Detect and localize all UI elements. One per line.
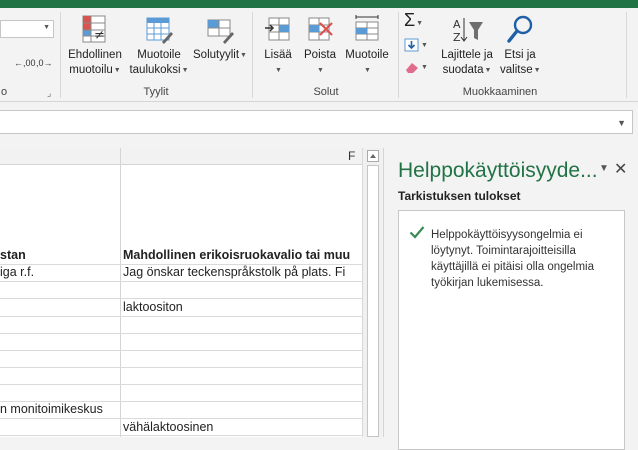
title-bar: [0, 0, 638, 8]
increase-decimal-label: ,00: [23, 58, 36, 68]
chevron-down-icon: ▼: [364, 67, 371, 74]
chevron-down-icon: ▼: [181, 67, 189, 74]
formula-bar[interactable]: ▼: [0, 110, 633, 134]
column-header-row: F: [0, 148, 362, 165]
results-box: Helppokäyttöisyysongelmia ei löytynyt. T…: [398, 210, 625, 450]
sigma-icon: Σ: [404, 10, 416, 30]
group-separator: [60, 12, 61, 98]
clear-button[interactable]: ▼: [404, 60, 428, 75]
group-separator: [252, 12, 253, 98]
format-cells-button[interactable]: Muotoile ▼: [341, 14, 393, 78]
svg-text:≠: ≠: [94, 28, 105, 43]
group-label-cells: Solut: [313, 86, 339, 98]
format-cells-icon: [355, 15, 379, 41]
chevron-down-icon: ▼: [317, 67, 324, 74]
decrease-decimal-icon: →: [43, 58, 53, 68]
group-separator: [626, 12, 627, 98]
conditional-formatting-label-2: muotoilu: [69, 64, 113, 76]
insert-label: Lisää: [264, 49, 292, 61]
group-label-number: o: [0, 86, 8, 98]
eraser-icon: [406, 63, 418, 73]
chevron-down-icon: ▼: [533, 67, 541, 74]
svg-text:A: A: [453, 18, 461, 31]
vertical-scrollbar[interactable]: [362, 148, 382, 437]
format-as-table-button[interactable]: Muotoile taulukoksi▼: [129, 14, 189, 78]
number-format-dropdown[interactable]: ▼: [0, 20, 54, 38]
cell-styles-icon: [207, 19, 234, 44]
chevron-down-icon: ▼: [416, 20, 424, 27]
cell[interactable]: n monitoimikeskus: [0, 401, 160, 418]
cell[interactable]: Mahdollinen erikoisruokavalio tai muu: [123, 247, 362, 264]
conditional-formatting-button[interactable]: ≠ Ehdollinen muotoilu▼: [64, 14, 126, 78]
dialog-launcher-icon[interactable]: ⌟: [47, 88, 51, 99]
cell[interactable]: vähälaktoosinen: [123, 419, 362, 436]
search-icon: [507, 15, 533, 43]
checkmark-icon: [409, 226, 425, 239]
autosum-button[interactable]: Σ▼: [404, 10, 424, 31]
sort-filter-label-2: suodata: [442, 64, 484, 76]
cell[interactable]: iga r.f.: [0, 264, 120, 281]
format-label: Muotoile: [345, 49, 389, 61]
accessibility-pane: Helppokäyttöisyyde... ▼ ✕ Tarkistuksen t…: [383, 148, 638, 450]
cell[interactable]: Jag önskar teckenspråkstolk på plats. Fi: [123, 264, 362, 281]
scroll-thumb[interactable]: [367, 165, 379, 437]
chevron-down-icon: ▼: [275, 67, 282, 74]
chevron-down-icon: ▼: [421, 64, 428, 72]
result-message: Helppokäyttöisyysongelmia ei löytynyt. T…: [431, 229, 594, 289]
pane-options-chevron-icon[interactable]: ▼: [599, 163, 609, 174]
ribbon: ▼ ←,00 ,0→ ⌟ o ≠ Ehdollinen muotoilu▼ Mu…: [0, 8, 638, 102]
format-as-table-label-2: taulukoksi: [129, 64, 181, 76]
group-label-styles: Tyylit: [143, 86, 169, 98]
sort-filter-label-1: Lajittele ja: [441, 49, 493, 61]
find-select-button[interactable]: Etsi ja valitse▼: [500, 14, 541, 78]
column-header-f[interactable]: F: [348, 149, 355, 163]
svg-text:Z: Z: [453, 31, 461, 44]
delete-cells-button[interactable]: Poista ▼: [300, 14, 340, 78]
sort-filter-icon: A Z: [453, 18, 483, 44]
chevron-down-icon: ▼: [43, 24, 50, 31]
increase-decimal-icon: ←: [14, 58, 23, 68]
format-as-table-icon: [146, 17, 173, 44]
sort-filter-button[interactable]: A Z Lajittele ja suodata▼: [436, 14, 498, 78]
group-separator: [398, 12, 399, 98]
find-select-label-2: valitse: [500, 64, 533, 76]
insert-cells-button[interactable]: Lisää ▼: [258, 14, 298, 78]
conditional-formatting-label-1: Ehdollinen: [68, 49, 122, 61]
delete-cells-icon: [308, 17, 333, 41]
conditional-formatting-icon: ≠: [82, 15, 106, 43]
format-as-table-label-1: Muotoile: [137, 49, 181, 61]
worksheet-grid[interactable]: F stan Mahdollinen erikoisruokavalio tai…: [0, 148, 362, 437]
close-icon[interactable]: ✕: [614, 159, 627, 179]
pane-subtitle: Tarkistuksen tulokset: [398, 189, 521, 203]
chevron-down-icon: ▼: [484, 67, 492, 74]
cell-styles-label: Solutyylit: [193, 49, 240, 61]
fill-down-icon: [404, 38, 419, 52]
insert-cells-icon: [265, 17, 290, 41]
chevron-down-icon: ▼: [240, 52, 247, 59]
pane-title: Helppokäyttöisyyde...: [398, 159, 598, 182]
cell[interactable]: stan: [0, 247, 120, 264]
cell[interactable]: laktoositon: [123, 299, 362, 316]
group-label-editing: Muokkaaminen: [462, 86, 538, 98]
decrease-decimal-label: ,0: [36, 58, 44, 68]
cell-styles-button[interactable]: Solutyylit▼: [192, 14, 248, 63]
delete-label: Poista: [304, 49, 336, 61]
chevron-down-icon[interactable]: ▼: [617, 118, 626, 128]
chevron-down-icon: ▼: [421, 42, 428, 50]
scroll-up-icon[interactable]: [367, 150, 379, 162]
increase-decimal-button[interactable]: ←,00: [14, 58, 36, 68]
decrease-decimal-button[interactable]: ,0→: [36, 58, 53, 68]
chevron-down-icon: ▼: [113, 67, 121, 74]
find-select-label-1: Etsi ja: [504, 49, 536, 61]
fill-button[interactable]: ▼: [404, 38, 428, 53]
